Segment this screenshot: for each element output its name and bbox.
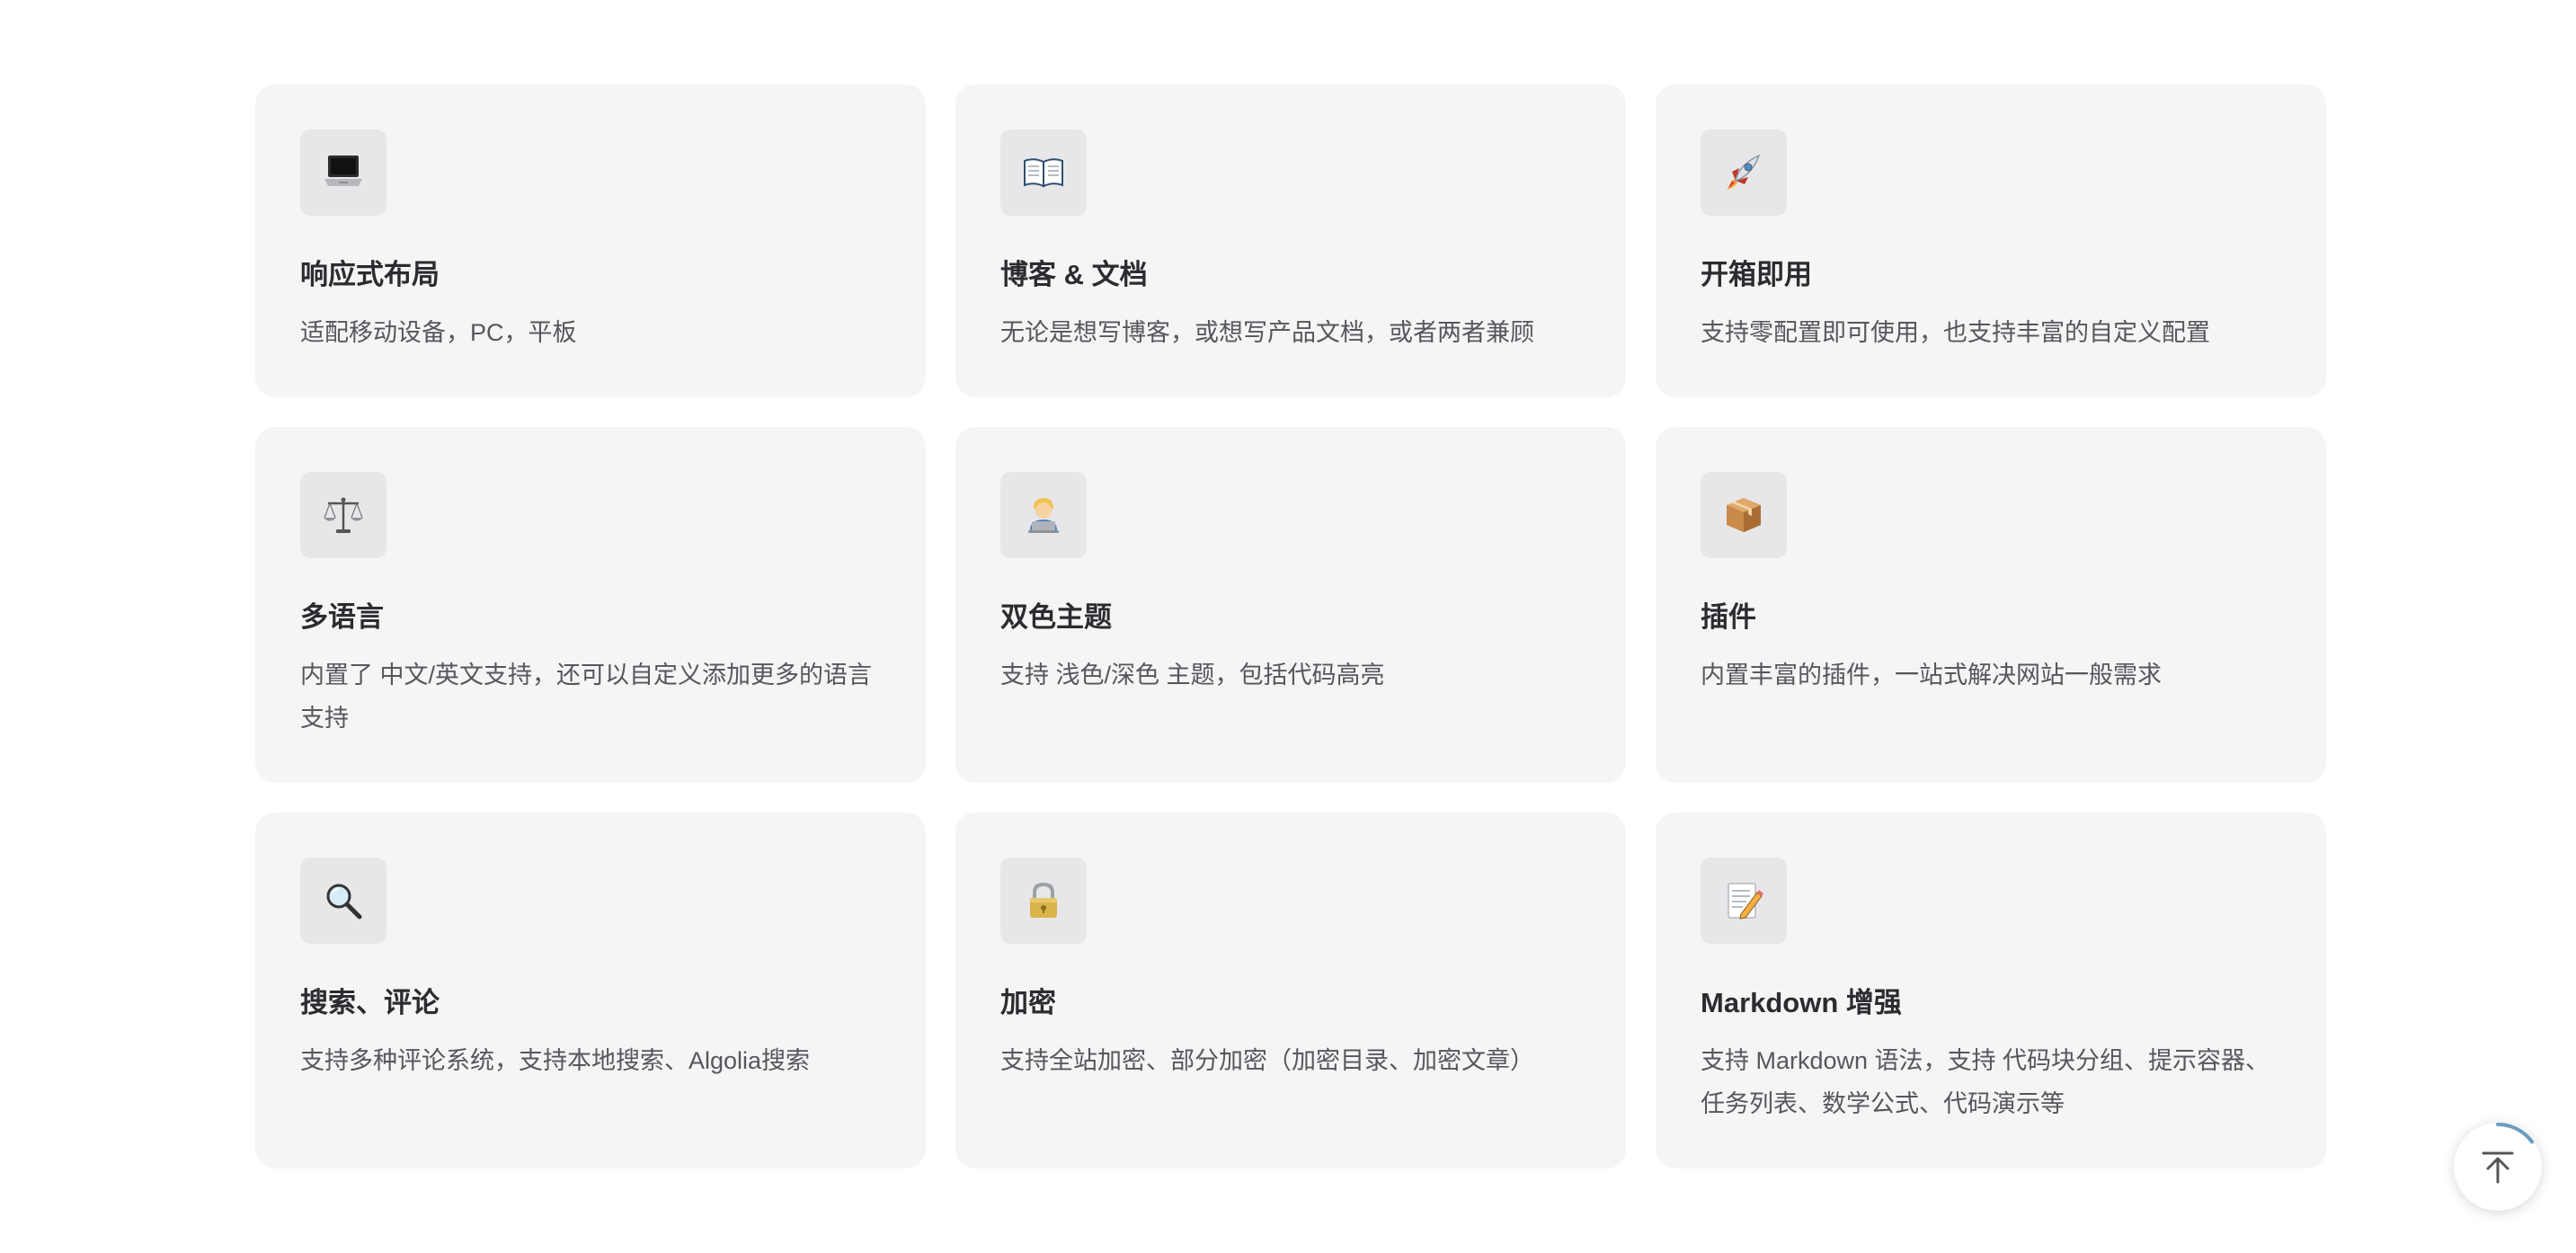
memo-icon	[1701, 858, 1787, 944]
feature-description: 无论是想写博客，或想写产品文档，或者两者兼顾	[1000, 319, 1534, 346]
feature-card-responsive[interactable]: 响应式布局 适配移动设备，PC，平板	[255, 84, 926, 397]
features-grid: 响应式布局 适配移动设备，PC，平板 博客 & 文档 无论是想写博客，或想写产品…	[255, 84, 2326, 1169]
feature-title: 开箱即用	[1701, 259, 1812, 290]
rocket-icon	[1701, 129, 1787, 216]
feature-title: 博客 & 文档	[1000, 259, 1148, 290]
feature-description: 内置了 中文/英文支持，还可以自定义添加更多的语言支持	[300, 662, 873, 732]
feature-title: Markdown 增强	[1701, 987, 1902, 1018]
feature-card-out-of-box[interactable]: 开箱即用 支持零配置即可使用，也支持丰富的自定义配置	[1656, 84, 2326, 397]
feature-card-encryption[interactable]: 加密 支持全站加密、部分加密（加密目录、加密文章）	[955, 813, 1626, 1169]
balance-scale-icon	[300, 472, 386, 558]
feature-description: 支持 浅色/深色 主题，包括代码高亮	[1000, 662, 1385, 689]
feature-card-search-comment[interactable]: 搜索、评论 支持多种评论系统，支持本地搜索、Algolia搜索	[255, 813, 926, 1169]
feature-title: 搜索、评论	[300, 987, 440, 1018]
feature-card-markdown[interactable]: Markdown 增强 支持 Markdown 语法，支持 代码块分组、提示容器…	[1656, 813, 2326, 1169]
back-to-top-button[interactable]	[2454, 1123, 2542, 1211]
technologist-icon	[1000, 472, 1087, 558]
feature-description: 支持零配置即可使用，也支持丰富的自定义配置	[1701, 319, 2210, 346]
package-icon	[1701, 472, 1787, 558]
feature-title: 双色主题	[1000, 601, 1112, 633]
feature-title: 插件	[1701, 601, 1756, 633]
feature-card-plugins[interactable]: 插件 内置丰富的插件，一站式解决网站一般需求	[1656, 427, 2326, 783]
arrow-up-to-top-icon	[2454, 1123, 2542, 1211]
feature-description: 支持多种评论系统，支持本地搜索、Algolia搜索	[300, 1047, 811, 1074]
feature-description: 适配移动设备，PC，平板	[300, 319, 577, 346]
feature-description: 支持全站加密、部分加密（加密目录、加密文章）	[1000, 1047, 1534, 1074]
magnifier-icon	[300, 858, 386, 944]
feature-title: 多语言	[300, 601, 384, 633]
feature-description: 内置丰富的插件，一站式解决网站一般需求	[1701, 662, 2162, 689]
feature-card-blog-docs[interactable]: 博客 & 文档 无论是想写博客，或想写产品文档，或者两者兼顾	[955, 84, 1626, 397]
laptop-icon	[300, 129, 386, 216]
feature-title: 响应式布局	[300, 259, 440, 290]
lock-icon	[1000, 858, 1087, 944]
feature-title: 加密	[1000, 987, 1056, 1018]
open-book-icon	[1000, 129, 1087, 216]
feature-card-i18n[interactable]: 多语言 内置了 中文/英文支持，还可以自定义添加更多的语言支持	[255, 427, 926, 783]
feature-card-theme[interactable]: 双色主题 支持 浅色/深色 主题，包括代码高亮	[955, 427, 1626, 783]
feature-description: 支持 Markdown 语法，支持 代码块分组、提示容器、任务列表、数学公式、代…	[1701, 1047, 2270, 1117]
